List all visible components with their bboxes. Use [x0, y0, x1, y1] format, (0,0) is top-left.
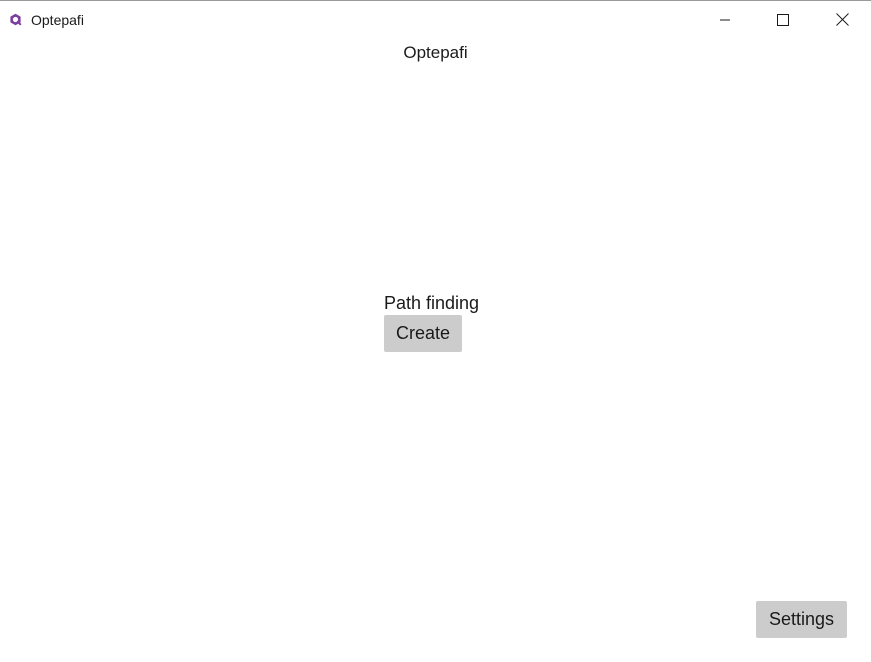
settings-button[interactable]: Settings	[756, 601, 847, 638]
maximize-button[interactable]	[754, 1, 812, 38]
path-finding-label: Path finding	[384, 293, 480, 313]
app-logo-icon	[10, 13, 22, 26]
window-title: Optepafi	[31, 12, 84, 28]
minimize-button[interactable]	[696, 1, 754, 38]
maximize-icon	[777, 13, 789, 26]
close-button[interactable]	[813, 1, 871, 38]
app-window: Optepafi Optepafi Path finding Create Se…	[0, 0, 871, 662]
create-button[interactable]: Create	[384, 315, 462, 352]
title-bar[interactable]: Optepafi	[0, 1, 871, 38]
app-heading: Optepafi	[403, 43, 468, 62]
close-icon	[835, 13, 849, 26]
path-finding-section: Path finding Create	[384, 293, 480, 352]
minimize-icon	[720, 19, 730, 20]
